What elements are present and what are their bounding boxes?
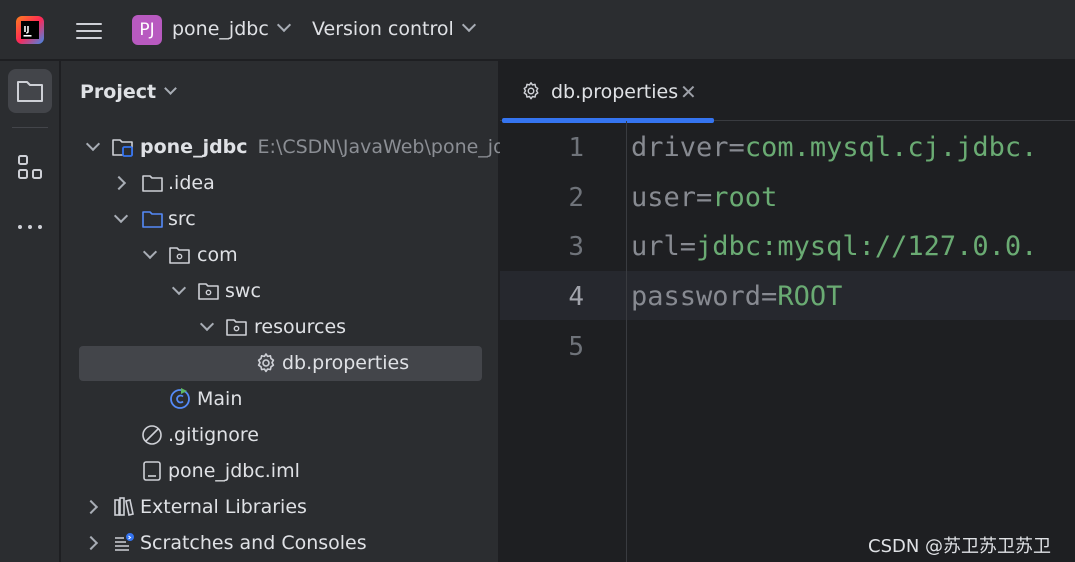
tool-window-stripe bbox=[0, 61, 60, 562]
chevron-down-icon bbox=[276, 17, 291, 33]
project-tool-button[interactable] bbox=[8, 69, 52, 113]
title-bar: IJ PJ pone_jdbc Version control bbox=[0, 0, 1075, 60]
source-folder-icon bbox=[142, 211, 163, 228]
gear-icon bbox=[257, 353, 275, 373]
svg-text:IJ: IJ bbox=[24, 25, 30, 34]
gear-icon bbox=[523, 82, 539, 100]
tree-item-scratches[interactable]: Scratches and Consoles bbox=[61, 526, 499, 562]
tree-item-label: Scratches and Consoles bbox=[140, 532, 367, 554]
chevron-down-icon[interactable] bbox=[85, 136, 101, 152]
project-panel-title[interactable]: Project bbox=[80, 81, 177, 103]
more-icon bbox=[18, 225, 42, 229]
project-name: pone_jdbc bbox=[172, 18, 269, 40]
code-line: url=jdbc:mysql://127.0.0. bbox=[631, 231, 1038, 262]
package-icon bbox=[198, 283, 219, 300]
tree-item-label: .idea bbox=[168, 172, 215, 194]
project-panel: Project pone_jdbc E:\CSDN\JavaWeb\pone_jd… bbox=[61, 61, 528, 562]
tree-item-label: pone_jdbc.iml bbox=[168, 460, 300, 482]
tree-item-db-properties[interactable]: db.properties bbox=[61, 346, 499, 382]
tab-db-properties[interactable]: db.properties ✕ bbox=[500, 61, 715, 123]
line-number: 5 bbox=[568, 332, 584, 362]
code-line: driver=com.mysql.cj.jdbc. bbox=[631, 132, 1038, 163]
chevron-down-icon[interactable] bbox=[171, 280, 187, 296]
package-icon bbox=[169, 247, 190, 264]
line-number-gutter[interactable]: 1 2 3 4 5 bbox=[500, 121, 627, 562]
chevron-right-icon[interactable] bbox=[83, 499, 99, 515]
tree-item-label: pone_jdbc bbox=[140, 136, 248, 158]
intellij-logo-icon[interactable]: IJ bbox=[15, 15, 45, 45]
tree-item-label: External Libraries bbox=[140, 496, 307, 518]
tree-item-gitignore[interactable]: .gitignore bbox=[61, 418, 499, 454]
editor-area: db.properties ✕ 1 2 3 4 5 driver=com.mys… bbox=[500, 61, 1075, 562]
tree-item-label: com bbox=[197, 244, 238, 266]
tree-item-pone-jdbc[interactable]: pone_jdbc E:\CSDN\JavaWeb\pone_jdbc bbox=[61, 130, 528, 166]
structure-tool-button[interactable] bbox=[8, 145, 52, 189]
structure-icon bbox=[18, 155, 42, 179]
vcs-selector[interactable]: Version control bbox=[312, 17, 476, 40]
tree-item-external-libraries[interactable]: External Libraries bbox=[61, 490, 499, 526]
project-badge[interactable]: PJ bbox=[132, 15, 162, 45]
chevron-right-icon[interactable] bbox=[111, 175, 127, 191]
tree-item-label: resources bbox=[254, 316, 347, 338]
chevron-down-icon[interactable] bbox=[142, 244, 158, 260]
chevron-down-icon bbox=[164, 82, 177, 95]
line-number: 2 bbox=[568, 183, 584, 213]
more-tools-button[interactable] bbox=[8, 205, 52, 249]
chevron-right-icon[interactable] bbox=[83, 535, 99, 551]
tree-item-path: E:\CSDN\JavaWeb\pone_jdbc bbox=[257, 136, 528, 158]
selection-highlight bbox=[79, 346, 482, 381]
iml-file-icon bbox=[143, 461, 161, 481]
watermark: CSDN @苏卫苏卫苏卫 bbox=[868, 536, 1052, 557]
code-line: password=ROOT bbox=[631, 281, 843, 312]
tree-item-label: .gitignore bbox=[168, 424, 259, 446]
tree-item-idea[interactable]: .idea bbox=[61, 166, 499, 202]
editor-tab-bar: db.properties ✕ bbox=[500, 61, 1075, 123]
tree-item-resources[interactable]: resources bbox=[61, 310, 499, 346]
tree-item-label: Main bbox=[197, 388, 243, 410]
chevron-down-icon[interactable] bbox=[199, 316, 215, 332]
line-number: 1 bbox=[568, 133, 584, 163]
java-class-icon bbox=[170, 388, 190, 409]
chevron-down-icon bbox=[461, 17, 476, 33]
stripe-divider bbox=[12, 127, 48, 128]
close-icon[interactable]: ✕ bbox=[680, 80, 697, 104]
code-line: user=root bbox=[631, 182, 778, 213]
line-number-current: 4 bbox=[568, 282, 584, 312]
module-folder-icon bbox=[112, 139, 133, 157]
tree-item-label: src bbox=[168, 208, 196, 230]
chevron-down-icon[interactable] bbox=[113, 208, 129, 224]
line-number: 3 bbox=[568, 232, 584, 262]
tree-item-main[interactable]: Main bbox=[61, 382, 499, 418]
package-icon bbox=[226, 319, 247, 336]
tree-item-swc[interactable]: swc bbox=[61, 274, 499, 310]
tab-label: db.properties bbox=[551, 81, 679, 103]
project-selector[interactable]: pone_jdbc bbox=[172, 17, 291, 40]
tree-item-label: db.properties bbox=[282, 352, 410, 374]
vcs-label: Version control bbox=[312, 18, 454, 40]
folder-icon bbox=[142, 175, 163, 192]
tree-item-com[interactable]: com bbox=[61, 238, 499, 274]
tree-item-iml[interactable]: pone_jdbc.iml bbox=[61, 454, 499, 490]
tree-item-src[interactable]: src bbox=[61, 202, 499, 238]
folder-icon bbox=[17, 81, 43, 102]
gitignore-icon bbox=[142, 425, 162, 445]
scratches-icon bbox=[115, 533, 134, 551]
tree-item-label: swc bbox=[225, 280, 261, 302]
main-menu-icon[interactable] bbox=[76, 18, 102, 42]
library-icon bbox=[114, 497, 134, 516]
